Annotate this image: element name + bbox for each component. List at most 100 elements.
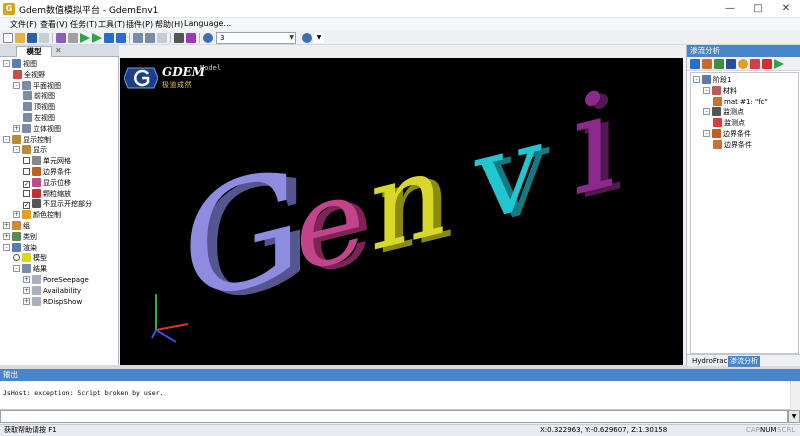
tree-item[interactable]: - 显示 bbox=[13, 145, 47, 156]
view-mode-dropdown-icon[interactable]: ▼ bbox=[314, 33, 324, 43]
tree-item[interactable]: - 阶段1 bbox=[693, 75, 731, 86]
run-step-icon[interactable] bbox=[92, 33, 102, 43]
tree-item[interactable]: + RDispShow bbox=[23, 296, 82, 308]
collapse-icon[interactable]: - bbox=[13, 81, 20, 89]
tree-item[interactable]: - 结果 bbox=[13, 264, 47, 275]
menu-plugins[interactable]: 插件(P) bbox=[126, 19, 153, 30]
collapse-icon[interactable]: - bbox=[693, 76, 700, 83]
close-icon[interactable]: ✕ bbox=[772, 0, 800, 18]
tree-item[interactable]: - 材料 bbox=[703, 85, 737, 97]
run-icon[interactable] bbox=[774, 59, 784, 69]
tree-item[interactable]: 显示位移 bbox=[23, 177, 71, 189]
tree-item[interactable]: 模型 bbox=[13, 253, 47, 264]
menu-task[interactable]: 任务(T) bbox=[70, 19, 97, 30]
tree-item[interactable]: 左视图 bbox=[23, 113, 55, 124]
tree-item[interactable]: + 立体视图 bbox=[13, 123, 61, 135]
monitor-clock-icon[interactable] bbox=[738, 59, 748, 69]
tab-model[interactable]: 模型 bbox=[16, 46, 52, 57]
expand-icon[interactable]: + bbox=[13, 124, 20, 132]
new-file-icon[interactable] bbox=[3, 33, 13, 43]
3d-viewport[interactable]: GDEM Model 极道成然 G G e e n n v v i i bbox=[120, 58, 683, 365]
view-mode-icon[interactable] bbox=[302, 33, 312, 43]
radio-button[interactable] bbox=[13, 254, 20, 262]
run-icon[interactable] bbox=[80, 33, 90, 43]
expand-icon[interactable]: + bbox=[23, 276, 30, 283]
collapse-icon[interactable]: - bbox=[703, 86, 710, 94]
maximize-icon[interactable]: □ bbox=[744, 0, 772, 18]
collapse-icon[interactable]: - bbox=[703, 108, 710, 116]
open-folder-icon[interactable] bbox=[15, 33, 25, 43]
tree-item[interactable]: 前视图 bbox=[23, 91, 55, 102]
minimize-icon[interactable]: — bbox=[716, 0, 744, 18]
visibility-checkbox[interactable] bbox=[23, 189, 30, 197]
settings-icon[interactable] bbox=[750, 59, 760, 69]
menu-help[interactable]: 帮助(H) bbox=[155, 19, 183, 30]
edit-icon[interactable] bbox=[702, 59, 712, 69]
command-input[interactable] bbox=[0, 410, 788, 423]
pause-icon[interactable] bbox=[104, 33, 114, 43]
tree-item[interactable]: 单元网格 bbox=[23, 156, 71, 167]
collapse-icon[interactable]: - bbox=[13, 146, 20, 154]
close-icon[interactable]: ✕ bbox=[55, 46, 62, 55]
tree-item[interactable]: 全视野 bbox=[13, 69, 45, 81]
tree-item[interactable]: - 监测点 bbox=[703, 107, 744, 118]
download-icon[interactable] bbox=[726, 59, 736, 69]
save-all-icon[interactable] bbox=[39, 33, 49, 43]
tree-item[interactable]: - 显示控制 bbox=[3, 134, 51, 146]
output-scrollbar[interactable] bbox=[790, 381, 800, 410]
collapse-icon[interactable]: - bbox=[3, 135, 10, 143]
screenshot-icon[interactable] bbox=[186, 33, 196, 43]
import-icon[interactable] bbox=[714, 59, 724, 69]
collapse-icon[interactable]: - bbox=[3, 60, 10, 67]
menu-file[interactable]: 文件(F) bbox=[10, 19, 37, 30]
collapse-icon[interactable]: - bbox=[13, 265, 20, 273]
tree-item[interactable]: - 边界条件 bbox=[703, 129, 751, 140]
delete-icon[interactable] bbox=[762, 59, 772, 69]
chevron-down-icon[interactable]: ▼ bbox=[788, 410, 800, 423]
visibility-checkbox[interactable] bbox=[23, 180, 30, 188]
refresh-icon[interactable] bbox=[203, 33, 213, 43]
tree-item[interactable]: 监测点 bbox=[713, 118, 745, 129]
expand-icon[interactable]: + bbox=[3, 232, 10, 240]
script-icon[interactable] bbox=[56, 33, 66, 43]
visibility-checkbox[interactable] bbox=[23, 168, 30, 175]
add-stage-icon[interactable] bbox=[690, 59, 700, 69]
collapse-icon[interactable]: - bbox=[3, 243, 10, 251]
expand-icon[interactable]: + bbox=[3, 222, 10, 229]
pick-icon[interactable] bbox=[145, 33, 155, 43]
tree-item[interactable]: 颗粒缩放 bbox=[23, 188, 71, 200]
tree-item[interactable]: - 平面视图 bbox=[13, 80, 61, 92]
stop-script-icon[interactable] bbox=[68, 33, 78, 43]
tree-item[interactable]: 边界条件 bbox=[23, 167, 71, 178]
save-icon[interactable] bbox=[27, 33, 37, 43]
select-icon[interactable] bbox=[133, 33, 143, 43]
tree-item[interactable]: + PoreSeepage bbox=[23, 275, 89, 286]
expand-icon[interactable]: + bbox=[23, 297, 30, 305]
tree-item[interactable]: + Availability bbox=[23, 285, 81, 297]
tab-seepage-analysis[interactable]: 渗流分析 bbox=[728, 356, 760, 367]
tree-item[interactable]: + 组 bbox=[3, 221, 30, 232]
tab-hydrofrac[interactable]: HydroFrac bbox=[690, 356, 729, 367]
front-view-icon bbox=[23, 91, 32, 101]
tree-item[interactable]: + 类别 bbox=[3, 231, 37, 243]
visibility-checkbox[interactable] bbox=[23, 157, 30, 165]
visibility-checkbox[interactable] bbox=[23, 202, 30, 210]
stop-icon[interactable] bbox=[116, 33, 126, 43]
tree-item[interactable]: - 视图 bbox=[3, 59, 37, 70]
tree-item[interactable]: mat #1: "fc" bbox=[713, 96, 768, 108]
status-num: NUM bbox=[760, 426, 777, 434]
tree-item[interactable]: 边界条件 bbox=[713, 139, 752, 151]
tree-item[interactable]: 不显示开挖部分 bbox=[23, 199, 92, 210]
record-icon[interactable] bbox=[174, 33, 184, 43]
rotate-icon[interactable] bbox=[157, 33, 167, 43]
step-combo[interactable]: 3 ▼ bbox=[216, 32, 296, 44]
expand-icon[interactable]: + bbox=[23, 286, 30, 294]
menu-view[interactable]: 查看(V) bbox=[40, 19, 68, 30]
tree-item[interactable]: 顶视图 bbox=[23, 102, 55, 113]
tree-item[interactable]: + 颜色控制 bbox=[13, 210, 61, 221]
expand-icon[interactable]: + bbox=[13, 211, 20, 219]
collapse-icon[interactable]: - bbox=[703, 130, 710, 137]
menu-language[interactable]: Language... bbox=[184, 19, 231, 28]
tree-item[interactable]: - 渲染 bbox=[3, 242, 37, 254]
menu-tools[interactable]: 工具(T) bbox=[98, 19, 125, 30]
